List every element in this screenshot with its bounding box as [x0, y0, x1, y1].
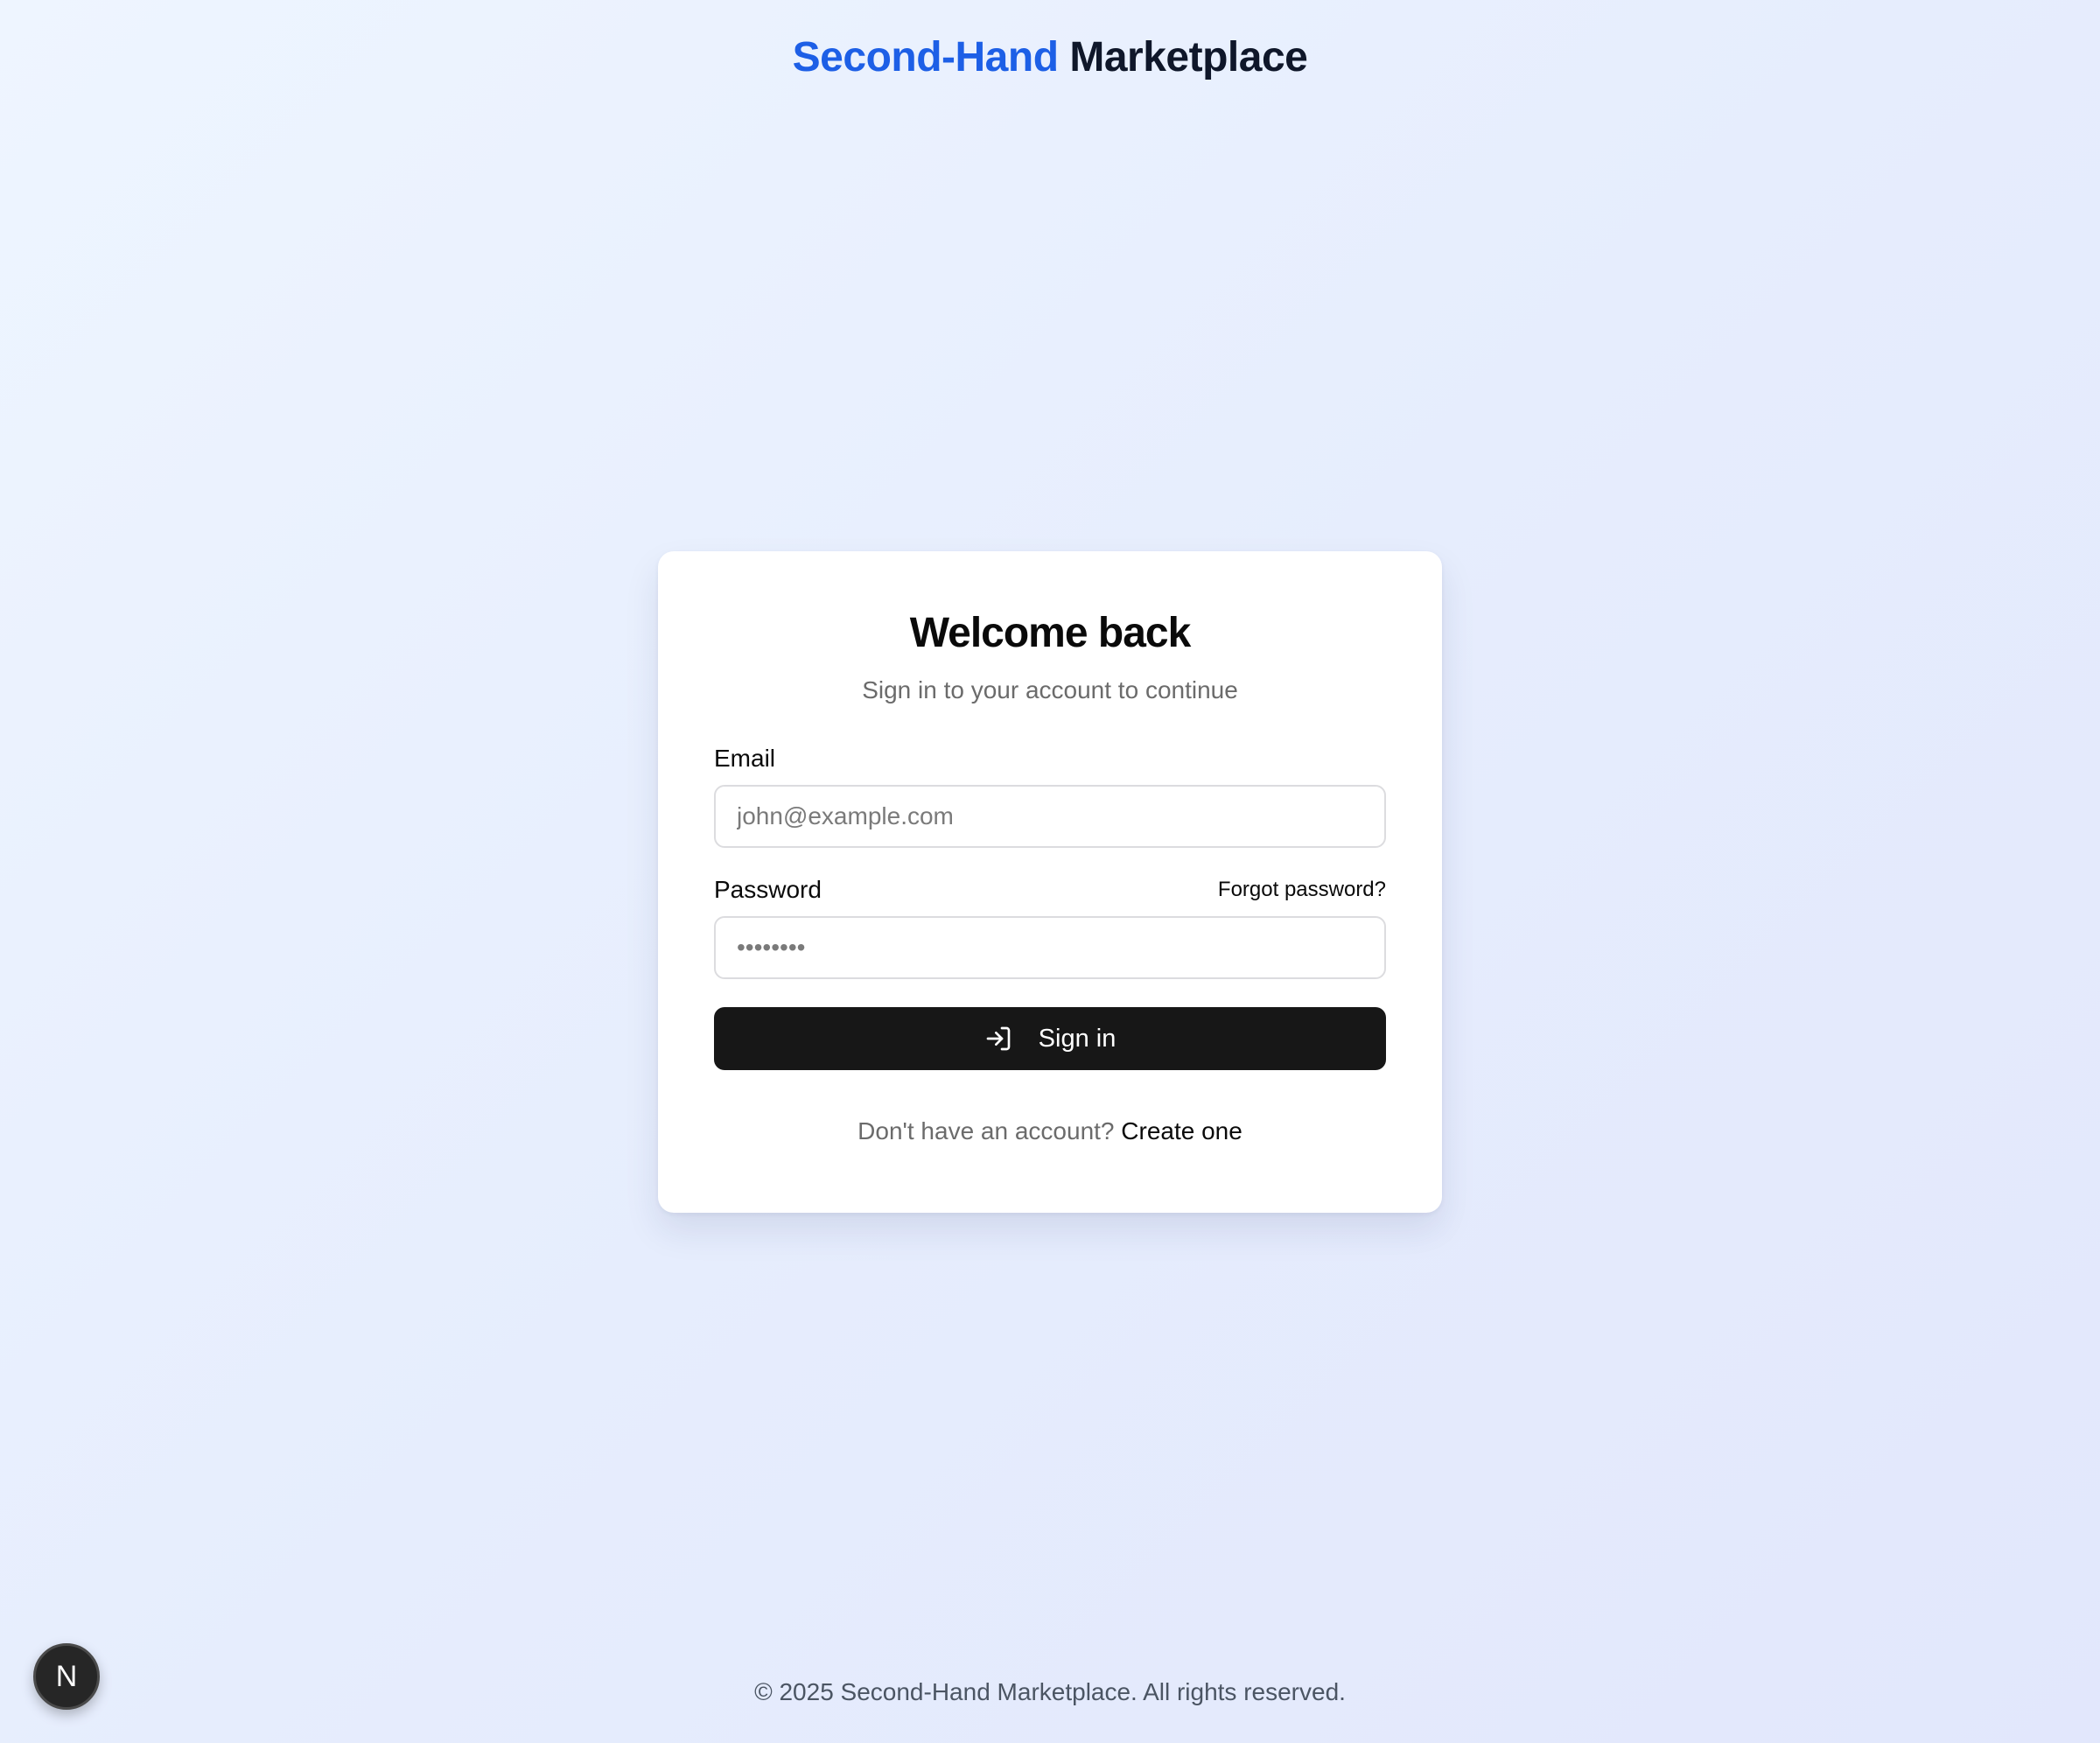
site-header: Second-Hand Marketplace [0, 0, 2100, 114]
email-field[interactable] [714, 785, 1386, 848]
brand-logo[interactable]: Second-Hand Marketplace [793, 33, 1308, 81]
login-card: Welcome back Sign in to your account to … [658, 551, 1442, 1213]
login-subtitle: Sign in to your account to continue [862, 676, 1238, 704]
create-account-link[interactable]: Create one [1121, 1117, 1242, 1144]
signup-prompt-text: Don't have an account? [858, 1117, 1115, 1144]
password-label-row: Password Forgot password? [714, 876, 1386, 904]
sign-in-button[interactable]: Sign in [714, 1007, 1386, 1070]
email-label: Email [714, 745, 776, 772]
password-label: Password [714, 876, 822, 903]
log-in-icon [986, 1026, 1010, 1051]
brand-accent-text: Second-Hand [792, 33, 1059, 80]
login-title: Welcome back [909, 610, 1192, 656]
login-form: Email Password Forgot password? Sign in [714, 745, 1386, 1070]
password-field[interactable] [714, 916, 1386, 979]
sign-in-button-label: Sign in [1038, 1024, 1116, 1053]
copyright-text: © 2025 Second-Hand Marketplace. All righ… [754, 1678, 1346, 1705]
site-footer: © 2025 Second-Hand Marketplace. All righ… [0, 1678, 2100, 1706]
signup-prompt: Don't have an account? Create one [714, 1117, 1386, 1145]
brand-rest-text: Marketplace [1069, 33, 1308, 80]
forgot-password-link[interactable]: Forgot password? [1218, 878, 1386, 902]
